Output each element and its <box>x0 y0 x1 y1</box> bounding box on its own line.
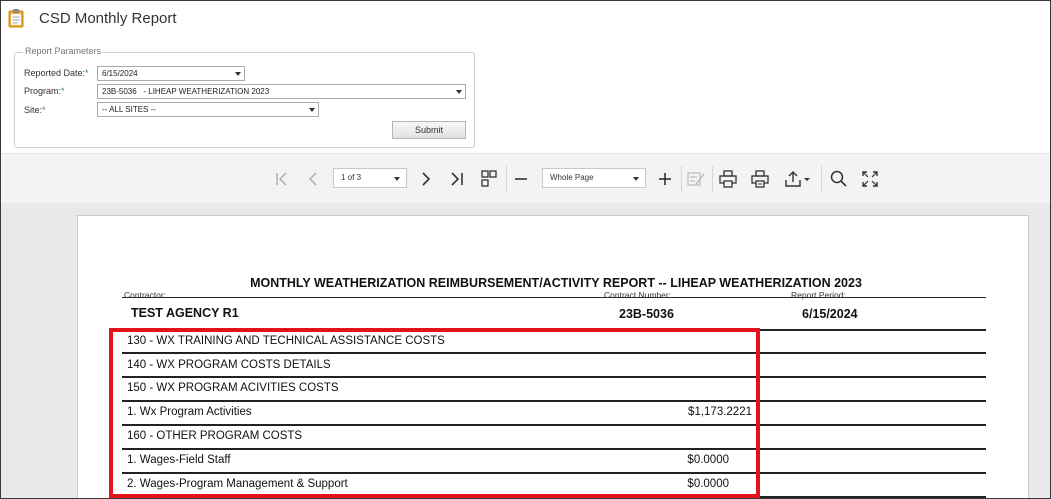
app-title: CSD Monthly Report <box>39 10 177 27</box>
divider <box>122 352 986 354</box>
row-amount: $1,173.2221 <box>688 406 752 418</box>
site-label: Site:* <box>24 105 46 115</box>
row-amount: $0.0000 <box>687 454 729 466</box>
report-parameters-legend: Report Parameters <box>23 46 104 56</box>
list-item: 130 - WX TRAINING AND TECHNICAL ASSISTAN… <box>127 335 445 347</box>
page-number-select[interactable]: 1 of 3 <box>333 168 407 188</box>
next-page-icon[interactable] <box>416 169 436 189</box>
export-icon[interactable] <box>783 169 811 189</box>
divider <box>122 297 986 298</box>
clipboard-icon <box>8 9 24 28</box>
divider <box>122 496 986 498</box>
chevron-down-icon <box>633 177 639 181</box>
multi-page-view-icon[interactable] <box>479 169 499 189</box>
reported-date-label: Reported Date:* <box>24 68 89 78</box>
site-select[interactable]: -- ALL SITES -- <box>97 102 319 117</box>
print-page-icon[interactable] <box>750 169 770 189</box>
divider <box>122 424 986 426</box>
app-window: CSD Monthly Report Report Parameters Rep… <box>0 0 1051 499</box>
edit-fields-icon[interactable] <box>686 169 706 189</box>
app-header: CSD Monthly Report <box>1 1 1050 39</box>
fullscreen-icon[interactable] <box>860 169 880 189</box>
list-item: 160 - OTHER PROGRAM COSTS <box>127 430 303 442</box>
toolbar-divider <box>712 166 713 192</box>
previous-page-icon[interactable] <box>303 169 323 189</box>
list-item: 2. Wages-Program Management & Support <box>127 478 348 490</box>
chevron-down-icon <box>456 90 462 94</box>
report-period-label: Report Period: <box>791 290 846 300</box>
divider <box>122 472 986 474</box>
divider <box>122 400 986 402</box>
report-page: MONTHLY WEATHERIZATION REIMBURSEMENT/ACT… <box>77 215 1029 498</box>
report-period: 6/15/2024 <box>802 307 858 321</box>
contract-number-label: Contract Number: <box>604 290 672 300</box>
toolbar-divider <box>681 166 682 192</box>
contractor-label: Contractor: <box>124 290 167 300</box>
program-label: Program:* <box>24 86 65 96</box>
zoom-in-icon[interactable] <box>655 169 675 189</box>
submit-button[interactable]: Submit <box>392 121 466 139</box>
row-amount: $0.0000 <box>687 478 729 490</box>
toolbar-divider <box>506 166 507 192</box>
print-icon[interactable] <box>718 169 738 189</box>
search-icon[interactable] <box>829 169 849 189</box>
list-item: 140 - WX PROGRAM COSTS DETAILS <box>127 359 331 371</box>
list-item: 1. Wages-Field Staff <box>127 454 231 466</box>
report-parameters-panel: Report Parameters Reported Date:* 6/15/2… <box>14 46 475 148</box>
contractor-name: TEST AGENCY R1 <box>131 306 239 320</box>
viewer-toolbar: 1 of 3 Whole Page <box>1 153 1050 203</box>
list-item: 150 - WX PROGRAM ACIVITIES COSTS <box>127 382 339 394</box>
toolbar-divider <box>821 166 822 192</box>
contract-number: 23B-5036 <box>619 307 674 321</box>
divider <box>122 448 986 450</box>
last-page-icon[interactable] <box>447 169 467 189</box>
list-item: 1. Wx Program Activities <box>127 406 252 418</box>
first-page-icon[interactable] <box>272 169 292 189</box>
report-title: MONTHLY WEATHERIZATION REIMBURSEMENT/ACT… <box>250 276 862 290</box>
divider <box>122 376 986 378</box>
chevron-down-icon <box>394 177 400 181</box>
zoom-select[interactable]: Whole Page <box>542 168 646 188</box>
chevron-down-icon <box>309 108 315 112</box>
divider <box>122 329 986 331</box>
program-select[interactable]: 23B-5036 - LIHEAP WEATHERIZATION 2023 <box>97 84 466 99</box>
reported-date-select[interactable]: 6/15/2024 <box>97 66 245 81</box>
zoom-out-icon[interactable] <box>511 169 531 189</box>
chevron-down-icon <box>235 72 241 76</box>
report-viewer[interactable]: MONTHLY WEATHERIZATION REIMBURSEMENT/ACT… <box>1 203 1050 498</box>
